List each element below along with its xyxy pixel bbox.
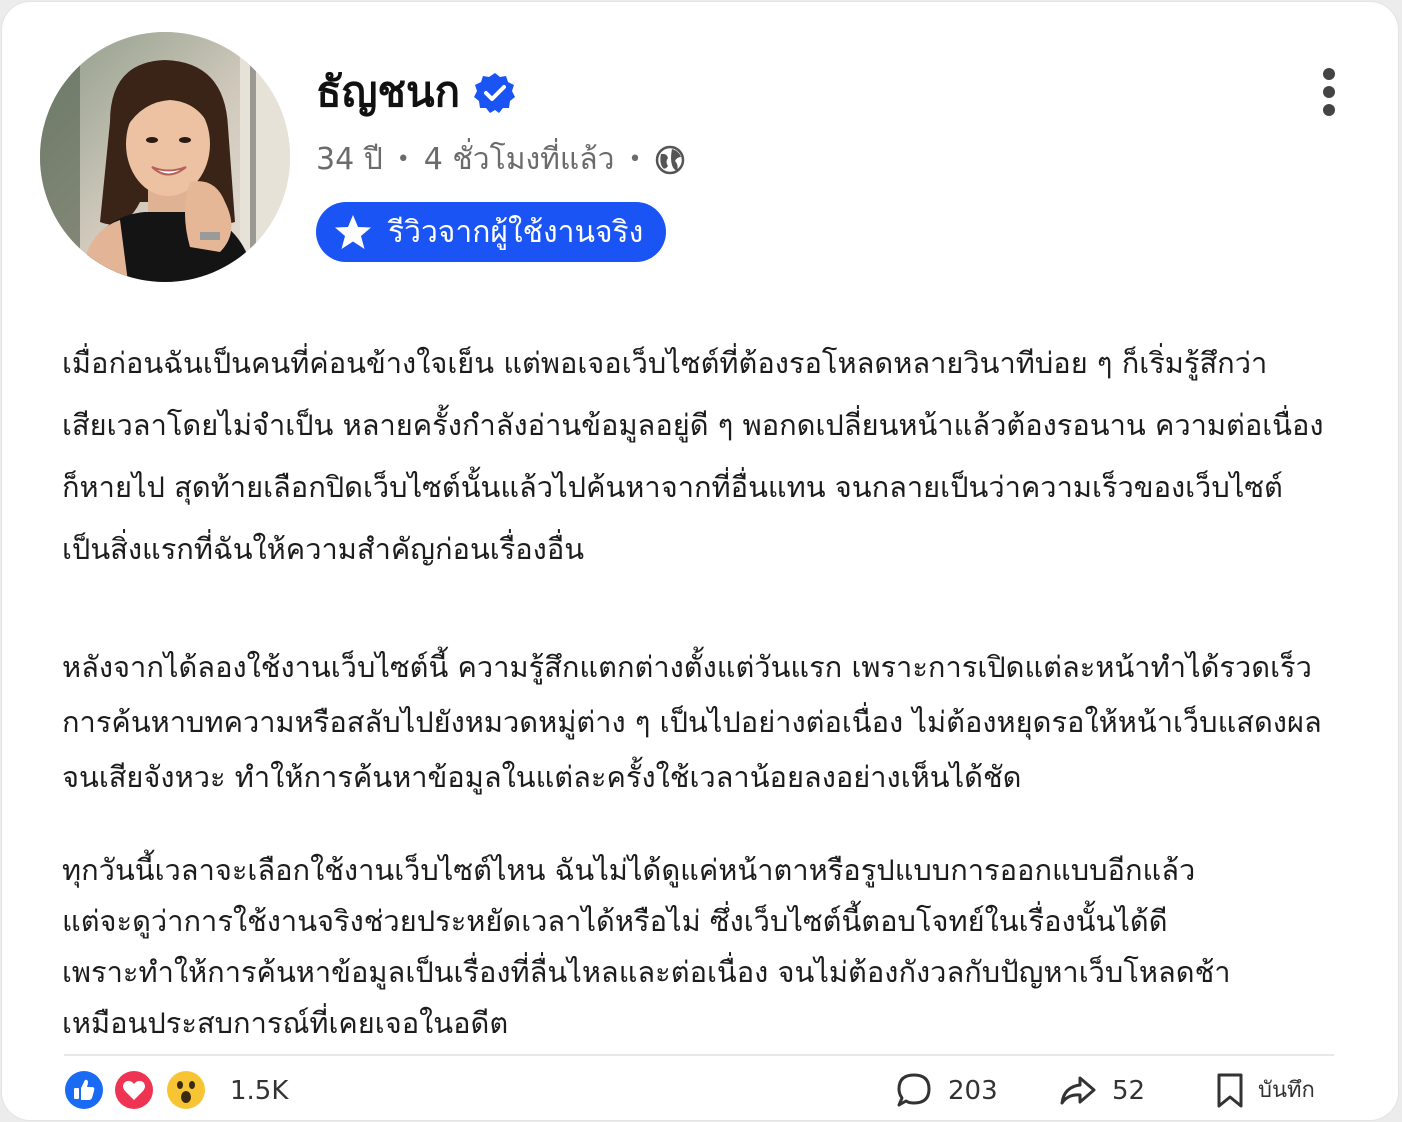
meta-separator: • <box>628 147 642 172</box>
text-line: เมื่อก่อนฉันเป็นคนที่ค่อนข้างใจเย็น แต่พ… <box>62 346 1268 380</box>
wow-icon[interactable] <box>166 1070 206 1110</box>
post-paragraph: เมื่อก่อนฉันเป็นคนที่ค่อนข้างใจเย็น แต่พ… <box>62 332 1362 580</box>
post-paragraph: ทุกวันนี้เวลาจะเลือกใช้งานเว็บไซต์ไหน ฉั… <box>62 845 1362 1049</box>
comment-icon[interactable] <box>894 1070 934 1110</box>
share-count[interactable]: 52 <box>1112 1072 1145 1110</box>
text-line: การค้นหาบทความหรือสลับไปยังหมวดหมู่ต่าง … <box>62 705 1322 739</box>
love-icon[interactable] <box>114 1070 154 1110</box>
save-button[interactable]: บันทึก <box>1258 1072 1315 1110</box>
verified-review-badge: รีวิวจากผู้ใช้งานจริง <box>316 202 666 262</box>
star-icon <box>335 215 371 249</box>
review-post-card: ธัญชนก 34 ปี • 4 ชั่วโมงที่แล้ว • รีวิวจ… <box>2 2 1398 1120</box>
more-vertical-icon <box>1323 86 1335 98</box>
post-time[interactable]: 4 ชั่วโมงที่แล้ว <box>424 138 615 182</box>
globe-icon <box>656 145 685 175</box>
post-paragraph: หลังจากได้ลองใช้งานเว็บไซต์นี้ ความรู้สึ… <box>62 640 1362 805</box>
share-icon[interactable] <box>1058 1070 1098 1110</box>
footer-divider <box>64 1054 1334 1056</box>
text-line: ก็หายไป สุดท้ายเลือกปิดเว็บไซต์นั้นแล้วไ… <box>62 470 1283 504</box>
text-line: เป็นสิ่งแรกที่ฉันให้ความสำคัญก่อนเรื่องอ… <box>62 532 585 566</box>
author-name[interactable]: ธัญชนก <box>316 62 460 122</box>
post-footer: 1.5K 203 52 บันทึก <box>2 1064 1398 1118</box>
meta-separator: • <box>396 147 410 172</box>
comment-count[interactable]: 203 <box>948 1072 998 1110</box>
more-vertical-icon <box>1323 104 1335 116</box>
text-line: เสียเวลาโดยไม่จำเป็น หลายครั้งกำลังอ่านข… <box>62 408 1324 442</box>
post-body: เมื่อก่อนฉันเป็นคนที่ค่อนข้างใจเย็น แต่พ… <box>62 332 1362 1049</box>
author-age: 34 ปี <box>316 142 383 177</box>
reaction-count[interactable]: 1.5K <box>230 1072 288 1110</box>
badge-label: รีวิวจากผู้ใช้งานจริง <box>388 214 644 250</box>
avatar-portrait-image <box>40 32 290 282</box>
text-line: เพราะทำให้การค้นหาข้อมูลเป็นเรื่องที่ลื่… <box>62 955 1231 989</box>
verified-check-icon <box>474 73 515 113</box>
more-vertical-icon <box>1323 68 1335 80</box>
more-options-button[interactable] <box>1312 66 1348 118</box>
text-line: ทุกวันนี้เวลาจะเลือกใช้งานเว็บไซต์ไหน ฉั… <box>62 853 1196 887</box>
like-icon[interactable] <box>64 1070 104 1110</box>
text-line: แต่จะดูว่าการใช้งานจริงช่วยประหยัดเวลาได… <box>62 904 1168 938</box>
post-meta: 34 ปี • 4 ชั่วโมงที่แล้ว • <box>316 138 685 182</box>
bookmark-icon[interactable] <box>1210 1070 1250 1110</box>
author-avatar[interactable] <box>40 32 290 282</box>
text-line: เหมือนประสบการณ์ที่เคยเจอในอดีต <box>62 1006 509 1040</box>
text-line: หลังจากได้ลองใช้งานเว็บไซต์นี้ ความรู้สึ… <box>62 650 1312 684</box>
text-line: จนเสียจังหวะ ทำให้การค้นหาข้อมูลในแต่ละค… <box>62 760 1022 794</box>
